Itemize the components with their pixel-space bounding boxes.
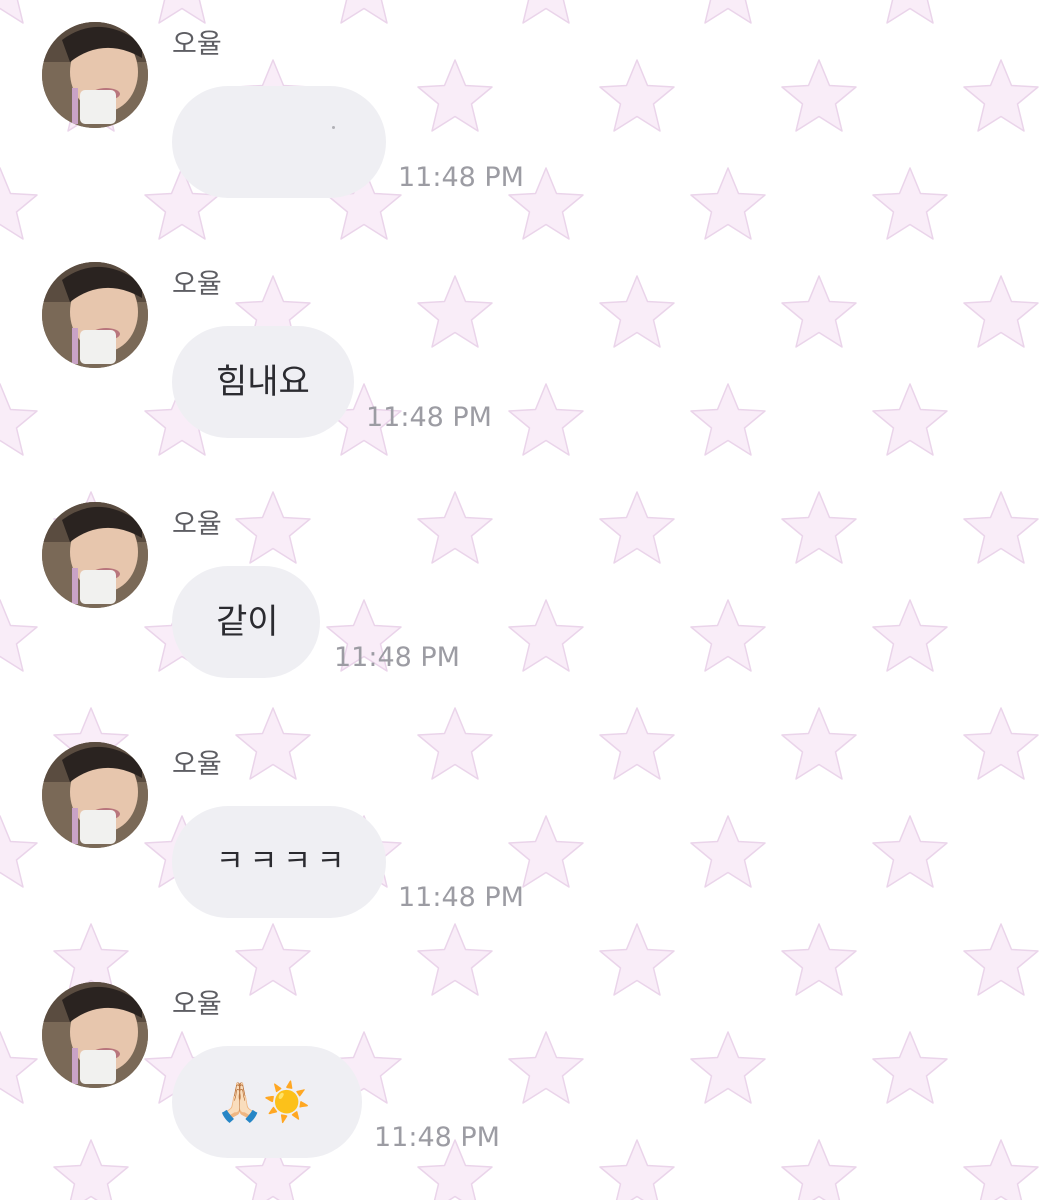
message-text: 🙏🏻☀️ (216, 1080, 311, 1124)
avatar[interactable] (42, 982, 148, 1088)
message-bubble[interactable] (172, 86, 386, 198)
avatar-photo (42, 742, 148, 848)
message-timestamp: 11:48 PM (398, 162, 524, 193)
sender-name: 오율 (172, 269, 222, 300)
message-row: 오율 🙏🏻☀️ 11:48 PM (0, 960, 1041, 1180)
message-timestamp: 11:48 PM (366, 402, 492, 433)
message-timestamp: 11:48 PM (334, 642, 460, 673)
avatar[interactable] (42, 22, 148, 128)
avatar-photo (42, 22, 148, 128)
avatar[interactable] (42, 262, 148, 368)
chat-thread[interactable]: 오율 11:48 PM 오율 힘내요 11:48 PM 오율 같이 11:48 … (0, 0, 1041, 1200)
sender-name: 오율 (172, 989, 222, 1020)
message-bubble[interactable]: 같이 (172, 566, 320, 678)
avatar-photo (42, 502, 148, 608)
message-row: 오율 같이 11:48 PM (0, 480, 1041, 700)
sender-name: 오율 (172, 509, 222, 540)
avatar[interactable] (42, 502, 148, 608)
message-text: ㅋㅋㅋㅋ (216, 844, 351, 879)
message-bubble[interactable]: 힘내요 (172, 326, 354, 438)
sender-name: 오율 (172, 29, 222, 60)
message-bubble[interactable]: ㅋㅋㅋㅋ (172, 806, 386, 918)
avatar[interactable] (42, 742, 148, 848)
message-row: 오율 힘내요 11:48 PM (0, 240, 1041, 460)
bubble-speck (332, 126, 335, 129)
sender-name: 오율 (172, 749, 222, 780)
message-text: 같이 (216, 602, 279, 642)
avatar-photo (42, 982, 148, 1088)
message-timestamp: 11:48 PM (374, 1122, 500, 1153)
message-row: 오율 11:48 PM (0, 0, 1041, 220)
message-timestamp: 11:48 PM (398, 882, 524, 913)
message-text: 힘내요 (216, 362, 310, 402)
avatar-photo (42, 262, 148, 368)
message-bubble[interactable]: 🙏🏻☀️ (172, 1046, 362, 1158)
message-row: 오율 ㅋㅋㅋㅋ 11:48 PM (0, 720, 1041, 940)
